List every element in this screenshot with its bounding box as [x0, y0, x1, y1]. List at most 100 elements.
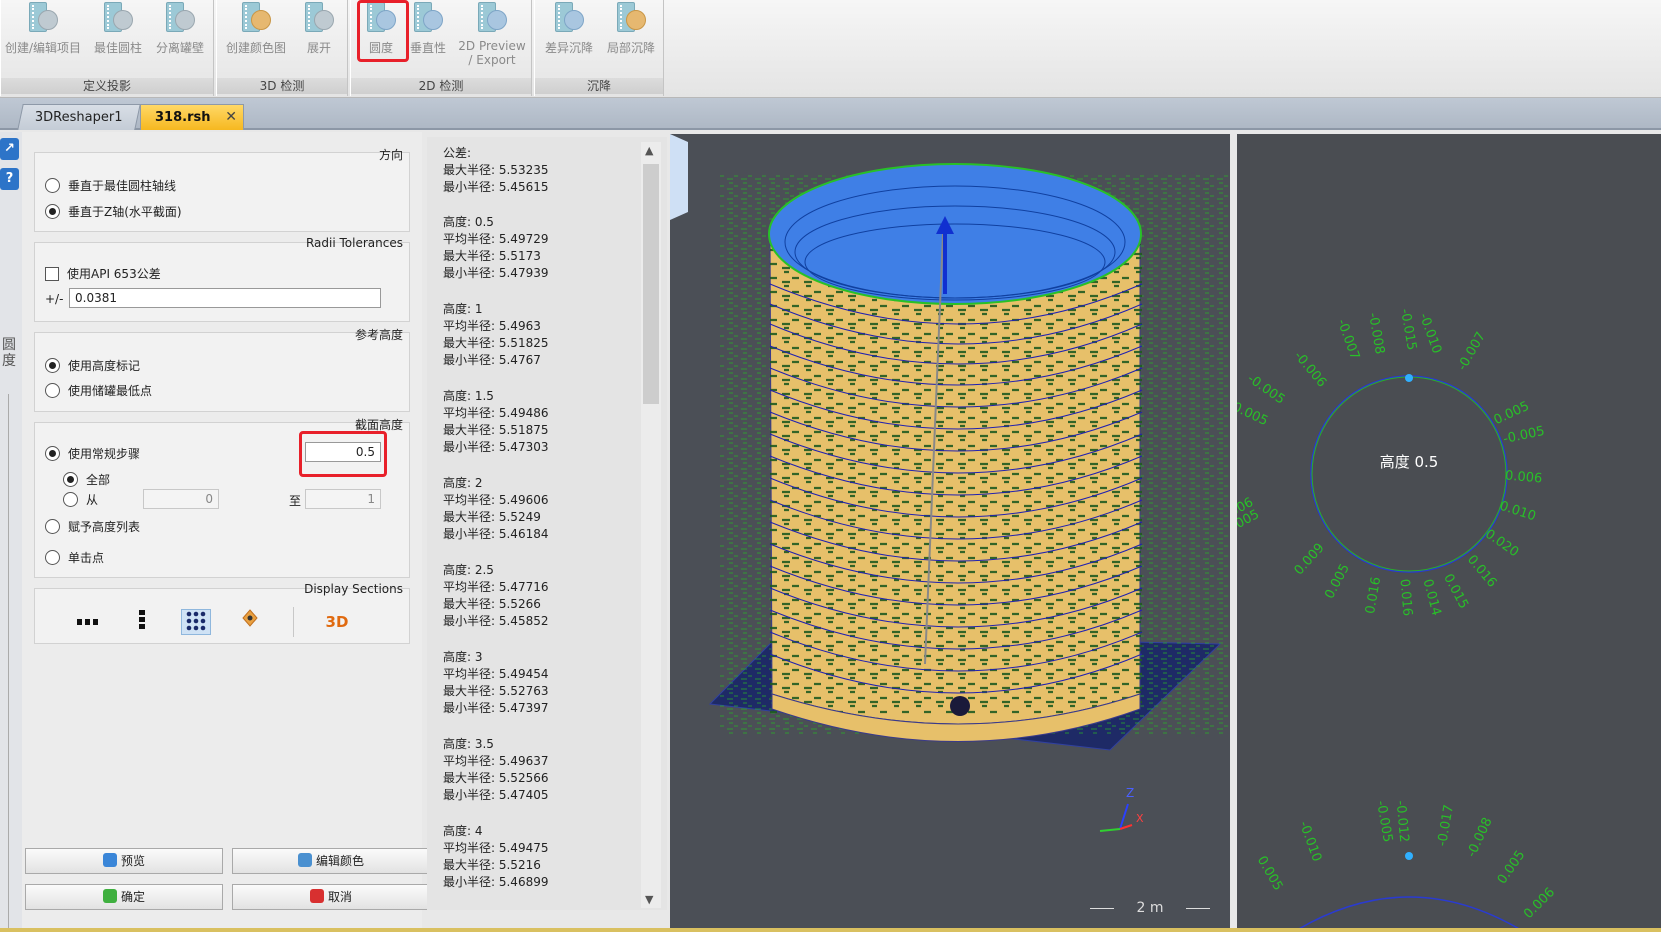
ribbon-toolbar: 创建/编辑项目 最佳圆柱 分离罐壁 定义投影 创建颜色图 展开 3D 检测 圆度…	[0, 0, 1661, 98]
link-icon[interactable]: ↗	[0, 138, 19, 160]
ribbon-group-label: 2D 检测	[351, 78, 531, 94]
preview-button[interactable]: 预览	[25, 848, 223, 874]
reference-height-group: 参考高度 使用高度标记 使用储罐最低点	[34, 328, 410, 412]
deviation-label: 0.016	[1396, 578, 1415, 617]
scroll-thumb[interactable]	[643, 164, 659, 404]
radio-height-list[interactable]: 赋予高度列表	[45, 518, 140, 535]
best-cylinder-button[interactable]: 最佳圆柱	[88, 0, 148, 56]
create-edit-project-button[interactable]: 创建/编辑项目	[1, 0, 85, 56]
status-strip	[0, 928, 1661, 932]
list-item: 高度: 4 平均半径: 5.49475 最大半径: 5.5216 最小半径: 5.46…	[443, 824, 549, 889]
verticality-button[interactable]: 垂直性	[405, 0, 451, 56]
radio-icon	[63, 472, 78, 487]
radio-from[interactable]: 从	[63, 491, 98, 508]
radio-icon	[45, 519, 60, 534]
unfold-button[interactable]: 展开	[297, 0, 341, 56]
3d-viewport[interactable]: Z X 2 m	[670, 134, 1230, 930]
list-item: 高度: 2.5 平均半径: 5.47716 最大半径: 5.5266 最小半径: 5.…	[443, 563, 549, 628]
separate-wall-button[interactable]: 分离罐壁	[149, 0, 211, 56]
radio-regular-step[interactable]: 使用常规步骤	[45, 445, 140, 462]
from-input[interactable]: 0	[143, 489, 219, 509]
radio-height-mark[interactable]: 使用高度标记	[45, 357, 140, 374]
sections-grid-icon[interactable]	[181, 609, 211, 635]
to-input[interactable]: 1	[305, 489, 381, 509]
tolerance-input[interactable]: 0.0381	[69, 288, 381, 308]
magnifier-icon	[102, 853, 117, 867]
strip-divider	[8, 394, 9, 932]
scroll-down-icon[interactable]: ▼	[645, 893, 653, 906]
film-unfold-icon	[303, 2, 335, 36]
list-item: 高度: 3 平均半径: 5.49454 最大半径: 5.52763 最小半径: 5.4…	[443, 650, 549, 715]
step-highlight	[299, 431, 387, 477]
ribbon-group-label: 3D 检测	[217, 78, 347, 94]
2d-section-viewport[interactable]: 高度 0.5 -0.015 -0.010 -0.007 -0.007 -0.00…	[1237, 134, 1661, 930]
display-sections-group: Display Sections 3D	[34, 582, 410, 644]
film-preview-icon	[476, 2, 508, 36]
tab-318-rsh[interactable]: 318.rsh ✕	[140, 104, 244, 130]
edit-color-button[interactable]: 编辑颜色	[232, 848, 430, 874]
tab-3dreshaper1[interactable]: 3DReshaper1	[17, 104, 141, 130]
list-item: 高度: 1 平均半径: 5.4963 最大半径: 5.51825 最小半径: 5.47…	[443, 302, 549, 367]
results-scrollbar[interactable]: ▲ ▼	[641, 142, 661, 908]
sections-horizontal-icon[interactable]	[73, 609, 103, 635]
divider	[293, 607, 294, 637]
group-title: 参考高度	[354, 328, 403, 342]
ok-button[interactable]: 确定	[25, 884, 223, 910]
section-height-group: 截面高度 使用常规步骤 0.5 全部 从 0 至 1 赋予高度列表 单击点	[34, 418, 410, 578]
film-local-icon	[615, 2, 647, 36]
group-title: Radii Tolerances	[305, 236, 403, 250]
sections-vertical-icon[interactable]	[129, 609, 155, 635]
film-settlement-icon	[553, 2, 585, 36]
palette-icon	[297, 853, 312, 867]
section-height-label: 高度 0.5	[1379, 453, 1439, 471]
results-list[interactable]: 公差: 最大半径: 5.53235 最小半径: 5.45615 高度: 0.5 平…	[427, 137, 667, 910]
deviation-label: 0.006	[1504, 468, 1543, 487]
app-window: 创建/编辑项目 最佳圆柱 分离罐壁 定义投影 创建颜色图 展开 3D 检测 圆度…	[0, 0, 1661, 932]
ribbon-group-settlement: 差异沉降 局部沉降 沉降	[534, 0, 664, 96]
radio-all[interactable]: 全部	[63, 471, 110, 488]
cancel-button[interactable]: 取消	[232, 884, 430, 910]
radio-z-axis[interactable]: 垂直于Z轴(水平截面)	[45, 203, 182, 220]
scroll-up-icon[interactable]: ▲	[645, 144, 653, 157]
film-pencil-icon	[27, 2, 59, 36]
local-settlement-button[interactable]: 局部沉降	[601, 0, 661, 56]
close-tab-icon[interactable]: ✕	[225, 105, 237, 130]
pm-label: +/-	[45, 292, 64, 306]
axis-x-label: X	[1136, 812, 1144, 825]
ribbon-group-projection: 创建/编辑项目 最佳圆柱 分离罐壁 定义投影	[0, 0, 214, 96]
cancel-x-icon	[309, 889, 324, 903]
radio-best-cylinder-axis[interactable]: 垂直于最佳圆柱轴线	[45, 177, 176, 194]
to-label: 至	[289, 494, 302, 508]
sections-3d-button[interactable]: 3D	[317, 609, 357, 635]
group-title: Display Sections	[304, 582, 403, 596]
roundness-panel: 方向 垂直于最佳圆柱轴线 垂直于Z轴(水平截面) Radii Tolerance…	[22, 132, 430, 930]
api-653-checkbox[interactable]: 使用API 653公差	[45, 265, 161, 282]
film-separate-icon	[164, 2, 196, 36]
scale-bar: 2 m	[1090, 900, 1210, 916]
list-item: 高度: 2 平均半径: 5.49606 最大半径: 5.5249 最小半径: 5.46…	[443, 476, 549, 541]
sections-diamond-icon[interactable]	[237, 609, 263, 635]
radio-tank-lowest[interactable]: 使用储罐最低点	[45, 382, 152, 399]
ribbon-group-label: 沉降	[535, 78, 663, 94]
tank-3d-render	[670, 134, 1230, 832]
film-cylinder-icon	[102, 2, 134, 36]
radio-icon	[63, 492, 78, 507]
checkmark-icon	[102, 889, 117, 903]
2d-preview-export-button[interactable]: 2D Preview / Export	[455, 0, 529, 67]
radio-icon	[45, 204, 60, 219]
direction-group: 方向 垂直于最佳圆柱轴线 垂直于Z轴(水平截面)	[34, 148, 410, 232]
roundness-highlight	[357, 0, 409, 62]
tolerance-summary: 公差: 最大半径: 5.53235 最小半径: 5.45615	[443, 146, 549, 194]
radio-icon	[45, 550, 60, 565]
help-icon[interactable]: ?	[0, 168, 19, 190]
differential-settlement-button[interactable]: 差异沉降	[539, 0, 599, 56]
list-item: 高度: 1.5 平均半径: 5.49486 最大半径: 5.51875 最小半径: 5…	[443, 389, 549, 454]
radio-click-point[interactable]: 单击点	[45, 549, 104, 566]
create-color-map-button[interactable]: 创建颜色图	[219, 0, 293, 56]
radio-icon	[45, 446, 60, 461]
document-tabs: 3DReshaper1 318.rsh ✕	[0, 98, 1661, 130]
film-verticality-icon	[412, 2, 444, 36]
checkbox-icon	[45, 266, 59, 281]
group-title: 方向	[378, 148, 403, 162]
vertical-title: 圆度	[2, 337, 16, 369]
